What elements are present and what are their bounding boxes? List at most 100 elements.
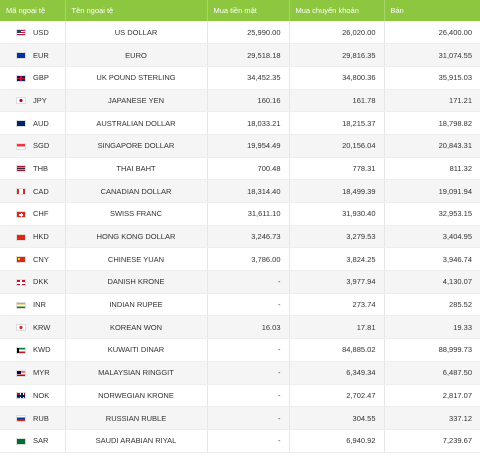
currency-code: AUD [33, 118, 49, 128]
table-row: JPY JAPANESE YEN 160.16 161.78 171.21 [0, 89, 480, 113]
currency-code-cell: USD [0, 21, 66, 45]
table-row: AUD AUSTRALIAN DOLLAR 18,033.21 18,215.37 18… [0, 111, 480, 135]
table-row: KRW KOREAN WON 16.03 17.81 19.33 [0, 315, 480, 340]
cash-buy-rate-cell: 3,246.73 [207, 225, 290, 249]
cash-buy-rate: 19,954.49 [247, 141, 281, 151]
currency-name-cell: HONG KONG DOLLAR [65, 225, 208, 249]
currency-name: SAUDI ARABIAN RIYAL [95, 436, 177, 446]
cash-buy-rate-cell: 18,314.40 [207, 179, 290, 203]
currency-code-cell: MYR [0, 361, 66, 385]
currency-code: JPY [33, 95, 47, 105]
currency-name: EURO [125, 50, 147, 60]
currency-code: CHF [33, 209, 49, 219]
cash-buy-rate-cell: 31,611.10 [207, 202, 290, 226]
currency-code: KWD [33, 345, 51, 355]
table-header-row: Mã ngoại tệ Tên ngoại tệ Mua tiền mặt Mu… [0, 0, 480, 21]
currency-name-cell: THAI BAHT [65, 157, 208, 181]
table-row: CHF SWISS FRANC 31,611.10 31,930.40 32,953.1… [0, 202, 480, 226]
cash-buy-rate: 34,452.35 [247, 73, 281, 83]
transfer-buy-rate: 34,800.36 [342, 73, 376, 83]
table-row: SGD SINGAPORE DOLLAR 19,954.49 20,156.04 20,… [0, 134, 480, 158]
currency-name-cell: DANISH KRONE [65, 270, 208, 294]
sell-rate: 32,953.15 [438, 209, 472, 219]
transfer-buy-rate: 18,215.37 [342, 118, 376, 128]
currency-name-cell: KOREAN WON [65, 315, 208, 340]
us-flag-icon [16, 29, 26, 37]
currency-name: NORWEGIAN KRONE [98, 390, 174, 400]
transfer-buy-rate: 18,499.39 [342, 186, 376, 196]
norway-flag-icon [16, 392, 26, 400]
sell-rate: 285.52 [449, 300, 472, 310]
sell-rate: 171.21 [449, 95, 472, 105]
transfer-buy-rate-cell: 18,499.39 [289, 179, 385, 203]
sell-rate-cell: 811.32 [384, 157, 480, 181]
currency-name: DANISH KRONE [107, 277, 165, 287]
table-row: SAR SAUDI ARABIAN RIYAL - 6,940.92 7,239.67 [0, 429, 480, 453]
sell-rate: 811.32 [449, 163, 472, 173]
currency-name: INDIAN RUPEE [109, 300, 163, 310]
currency-name-cell: CANADIAN DOLLAR [65, 179, 208, 203]
transfer-buy-rate: 17.81 [356, 322, 376, 332]
table-row: CNY CHINESE YUAN 3,786.00 3,824.25 3,946.74 [0, 247, 480, 272]
transfer-buy-rate-cell: 3,824.25 [289, 247, 385, 272]
currency-name-cell: INDIAN RUPEE [65, 293, 208, 317]
cash-buy-rate-cell: 18,033.21 [207, 111, 290, 135]
sell-rate: 19.33 [453, 322, 472, 332]
cash-buy-rate: - [278, 300, 281, 310]
sell-rate-cell: 3,946.74 [384, 247, 480, 272]
sell-rate-cell: 4,130.07 [384, 270, 480, 294]
table-row: EUR EURO 29,518.18 29,816.35 31,074.55 [0, 43, 480, 67]
sell-rate-cell: 35,915.03 [384, 66, 480, 90]
transfer-buy-rate: 161.78 [352, 95, 376, 105]
sell-rate: 3,946.74 [442, 254, 472, 264]
transfer-buy-rate: 273.74 [352, 300, 376, 310]
currency-code-cell: THB [0, 157, 66, 181]
sell-rate-cell: 337.12 [384, 406, 480, 430]
currency-name-cell: EURO [65, 43, 208, 67]
currency-name-cell: JAPANESE YEN [65, 89, 208, 113]
cash-buy-rate: - [278, 413, 281, 423]
header-name: Tên ngoại tệ [65, 0, 208, 21]
thailand-flag-icon [16, 165, 26, 173]
currency-code: HKD [33, 232, 49, 242]
currency-code-cell: RUB [0, 406, 66, 430]
currency-code-cell: CAD [0, 179, 66, 203]
currency-code-cell: KRW [0, 315, 66, 340]
currency-code-cell: CHF [0, 202, 66, 226]
sell-rate: 26,400.00 [438, 27, 472, 37]
currency-name-cell: MALAYSIAN RINGGIT [65, 361, 208, 385]
currency-name-cell: SAUDI ARABIAN RIYAL [65, 429, 208, 453]
currency-code: KRW [33, 322, 51, 332]
table-row: THB THAI BAHT 700.48 778.31 811.32 [0, 157, 480, 181]
cash-buy-rate-cell: - [207, 293, 290, 317]
sell-rate-cell: 3,404.95 [384, 225, 480, 249]
currency-name: KUWAITI DINAR [107, 345, 165, 355]
transfer-buy-rate: 6,940.92 [346, 436, 376, 446]
transfer-buy-rate: 778.31 [352, 163, 376, 173]
cash-buy-rate: 29,518.18 [247, 50, 281, 60]
canada-flag-icon [16, 188, 26, 196]
transfer-buy-rate: 26,020.00 [342, 27, 376, 37]
saudi-flag-icon [16, 437, 26, 445]
cash-buy-rate: 160.16 [257, 95, 281, 105]
transfer-buy-rate: 3,279.53 [346, 232, 376, 242]
header-sell: Bán [390, 6, 404, 15]
cash-buy-rate: 31,611.10 [247, 209, 281, 219]
sell-rate-cell: 285.52 [384, 293, 480, 317]
currency-name-cell: SWISS FRANC [65, 202, 208, 226]
denmark-flag-icon [16, 278, 26, 286]
transfer-buy-rate-cell: 6,349.34 [289, 361, 385, 385]
currency-code-cell: KWD [0, 338, 66, 362]
currency-code: DKK [33, 277, 49, 287]
sell-rate: 18,798.82 [438, 118, 472, 128]
currency-code-cell: AUD [0, 111, 66, 135]
currency-name: SWISS FRANC [109, 209, 163, 219]
transfer-buy-rate-cell: 18,215.37 [289, 111, 385, 135]
sell-rate-cell: 26,400.00 [384, 21, 480, 45]
transfer-buy-rate-cell: 2,702.47 [289, 384, 385, 408]
transfer-buy-rate: 304.55 [352, 413, 376, 423]
sell-rate-cell: 31,074.55 [384, 43, 480, 67]
transfer-buy-rate-cell: 17.81 [289, 315, 385, 340]
hongkong-flag-icon [16, 233, 26, 241]
eu-flag-icon [16, 52, 26, 60]
